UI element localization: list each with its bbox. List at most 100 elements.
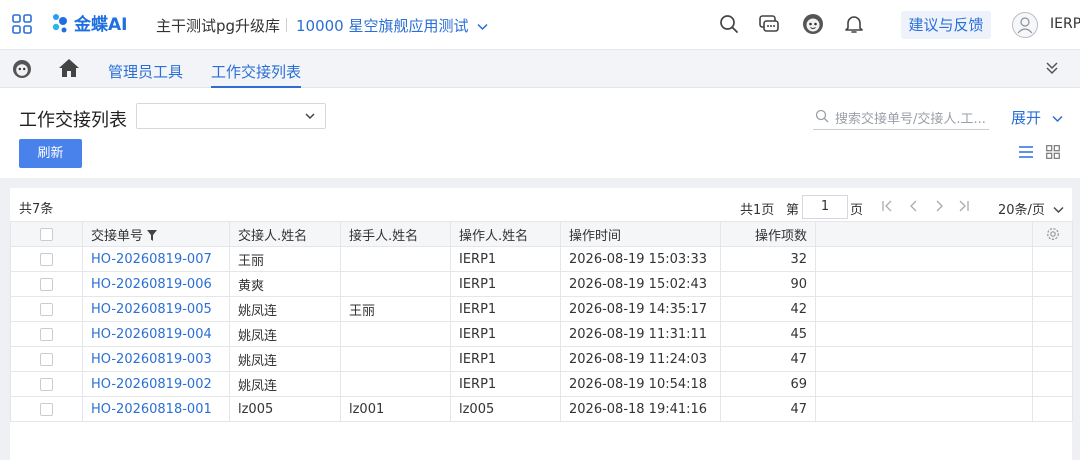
cell-to-user [340, 246, 451, 272]
chevron-down-icon [305, 113, 315, 120]
gear-icon[interactable] [1045, 226, 1061, 242]
cell-handover-no[interactable]: HO-20260819-007 [82, 246, 230, 272]
cell-handover-no[interactable]: HO-20260818-001 [82, 396, 230, 422]
row-select-cell [10, 346, 83, 372]
expand-label: 展开 [1011, 109, 1042, 127]
table-row[interactable]: HO-20260819-004 姚凤连 IERP1 2026-08-19 11:31:… [10, 321, 1073, 347]
cell-operator: IERP1 [450, 321, 561, 347]
user-name[interactable]: IERP [1050, 16, 1080, 32]
cell-to-user: 王丽 [340, 296, 451, 322]
page-size-select[interactable]: 20条/页 [998, 199, 1064, 218]
ai-assistant-icon[interactable] [802, 13, 824, 35]
tab-admin-tools[interactable]: 管理员工具 [108, 61, 183, 82]
bell-icon[interactable] [843, 13, 865, 35]
cell-to-user [340, 271, 451, 297]
col-blank [815, 221, 1033, 247]
page-number-input[interactable]: 1 [802, 195, 848, 219]
tab-handover-list[interactable]: 工作交接列表 [211, 61, 302, 88]
cell-to-user [340, 371, 451, 397]
row-select-cell [10, 371, 83, 397]
logo-text: 金蝶AI [74, 15, 128, 35]
row-checkbox[interactable] [40, 352, 53, 366]
next-page-icon[interactable] [932, 199, 946, 213]
cell-op-count: 32 [720, 246, 816, 272]
col-from-user[interactable]: 交接人.姓名 [229, 221, 341, 247]
filter-icon[interactable] [147, 229, 158, 241]
cell-op-count: 47 [720, 346, 816, 372]
select-all-cell [10, 221, 83, 247]
cell-blank [815, 246, 1033, 272]
row-select-cell [10, 246, 83, 272]
cell-handover-no[interactable]: HO-20260819-003 [82, 346, 230, 372]
cell-blank [815, 296, 1033, 322]
cell-settings-blank [1032, 346, 1073, 372]
message-icon[interactable] [758, 13, 780, 35]
app-grid-icon[interactable] [12, 14, 32, 34]
database-selector[interactable]: 10000 星空旗舰应用测试 [296, 15, 488, 36]
cell-from-user: 王丽 [229, 246, 341, 272]
chevron-down-icon [1053, 207, 1064, 213]
row-checkbox[interactable] [40, 252, 53, 266]
row-select-cell [10, 296, 83, 322]
feedback-button[interactable]: 建议与反馈 [901, 11, 991, 39]
cell-from-user: 姚凤连 [229, 321, 341, 347]
cell-settings-blank [1032, 296, 1073, 322]
table-row[interactable]: HO-20260819-003 姚凤连 IERP1 2026-08-19 11:24:… [10, 346, 1073, 372]
table-row[interactable]: HO-20260819-007 王丽 IERP1 2026-08-19 15:03:3… [10, 246, 1073, 272]
home-icon[interactable] [58, 58, 80, 78]
cell-op-count: 90 [720, 271, 816, 297]
last-page-icon[interactable] [957, 199, 971, 213]
first-page-icon[interactable] [880, 199, 894, 213]
col-settings [1032, 221, 1073, 247]
search-input[interactable]: 搜索交接单号/交接人.工... [813, 106, 989, 130]
list-scheme-select[interactable] [136, 103, 326, 129]
cell-blank [815, 371, 1033, 397]
col-op-time[interactable]: 操作时间 [560, 221, 721, 247]
col-operator[interactable]: 操作人.姓名 [450, 221, 561, 247]
table-row[interactable]: HO-20260818-001 lz005 lz001 lz005 2026-08-18… [10, 396, 1073, 422]
cell-to-user: lz001 [340, 396, 451, 422]
col-op-count[interactable]: 操作项数 [720, 221, 816, 247]
cell-operator: IERP1 [450, 271, 561, 297]
table-row[interactable]: HO-20260819-005 姚凤连 王丽 IERP1 2026-08-19 14:3… [10, 296, 1073, 322]
search-placeholder: 搜索交接单号/交接人.工... [835, 112, 986, 127]
col-to-user[interactable]: 接手人.姓名 [340, 221, 451, 247]
brand-logo[interactable]: 金蝶AI [50, 10, 127, 35]
cell-handover-no[interactable]: HO-20260819-006 [82, 271, 230, 297]
row-select-cell [10, 396, 83, 422]
table-row[interactable]: HO-20260819-002 姚凤连 IERP1 2026-08-19 10:54:… [10, 371, 1073, 397]
expand-filter-button[interactable]: 展开 [1011, 107, 1063, 128]
cell-blank [815, 271, 1033, 297]
cell-op-count: 47 [720, 396, 816, 422]
search-icon[interactable] [718, 13, 740, 35]
select-all-checkbox[interactable] [40, 227, 53, 241]
row-checkbox[interactable] [40, 277, 53, 291]
cell-op-time: 2026-08-19 11:31:11 [560, 321, 721, 347]
row-select-cell [10, 271, 83, 297]
cell-op-time: 2026-08-19 14:35:17 [560, 296, 721, 322]
prev-page-icon[interactable] [907, 199, 921, 213]
row-checkbox[interactable] [40, 327, 53, 341]
search-icon [815, 109, 829, 123]
double-chevron-down-icon[interactable] [1044, 60, 1060, 76]
robot-icon[interactable] [12, 59, 32, 79]
cell-settings-blank [1032, 271, 1073, 297]
cell-handover-no[interactable]: HO-20260819-005 [82, 296, 230, 322]
row-checkbox[interactable] [40, 377, 53, 391]
handover-table: 交接单号 交接人.姓名 接手人.姓名 操作人.姓名 操作时间 操作项数 HO-2… [10, 221, 1073, 422]
header-divider [286, 18, 287, 32]
org-name[interactable]: 主干测试pg升级库 [156, 15, 280, 36]
row-checkbox[interactable] [40, 302, 53, 316]
cell-handover-no[interactable]: HO-20260819-004 [82, 321, 230, 347]
col-label: 交接单号 [91, 228, 144, 244]
avatar[interactable] [1012, 12, 1038, 38]
list-view-icon[interactable] [1018, 145, 1034, 159]
col-handover-no[interactable]: 交接单号 [82, 221, 230, 247]
cell-handover-no[interactable]: HO-20260819-002 [82, 371, 230, 397]
row-checkbox[interactable] [40, 402, 53, 416]
refresh-button[interactable]: 刷新 [19, 139, 82, 168]
user-avatar-icon [1017, 17, 1033, 34]
cell-op-time: 2026-08-18 19:41:16 [560, 396, 721, 422]
card-view-icon[interactable] [1046, 145, 1060, 159]
table-row[interactable]: HO-20260819-006 黄爽 IERP1 2026-08-19 15:02:4… [10, 271, 1073, 297]
